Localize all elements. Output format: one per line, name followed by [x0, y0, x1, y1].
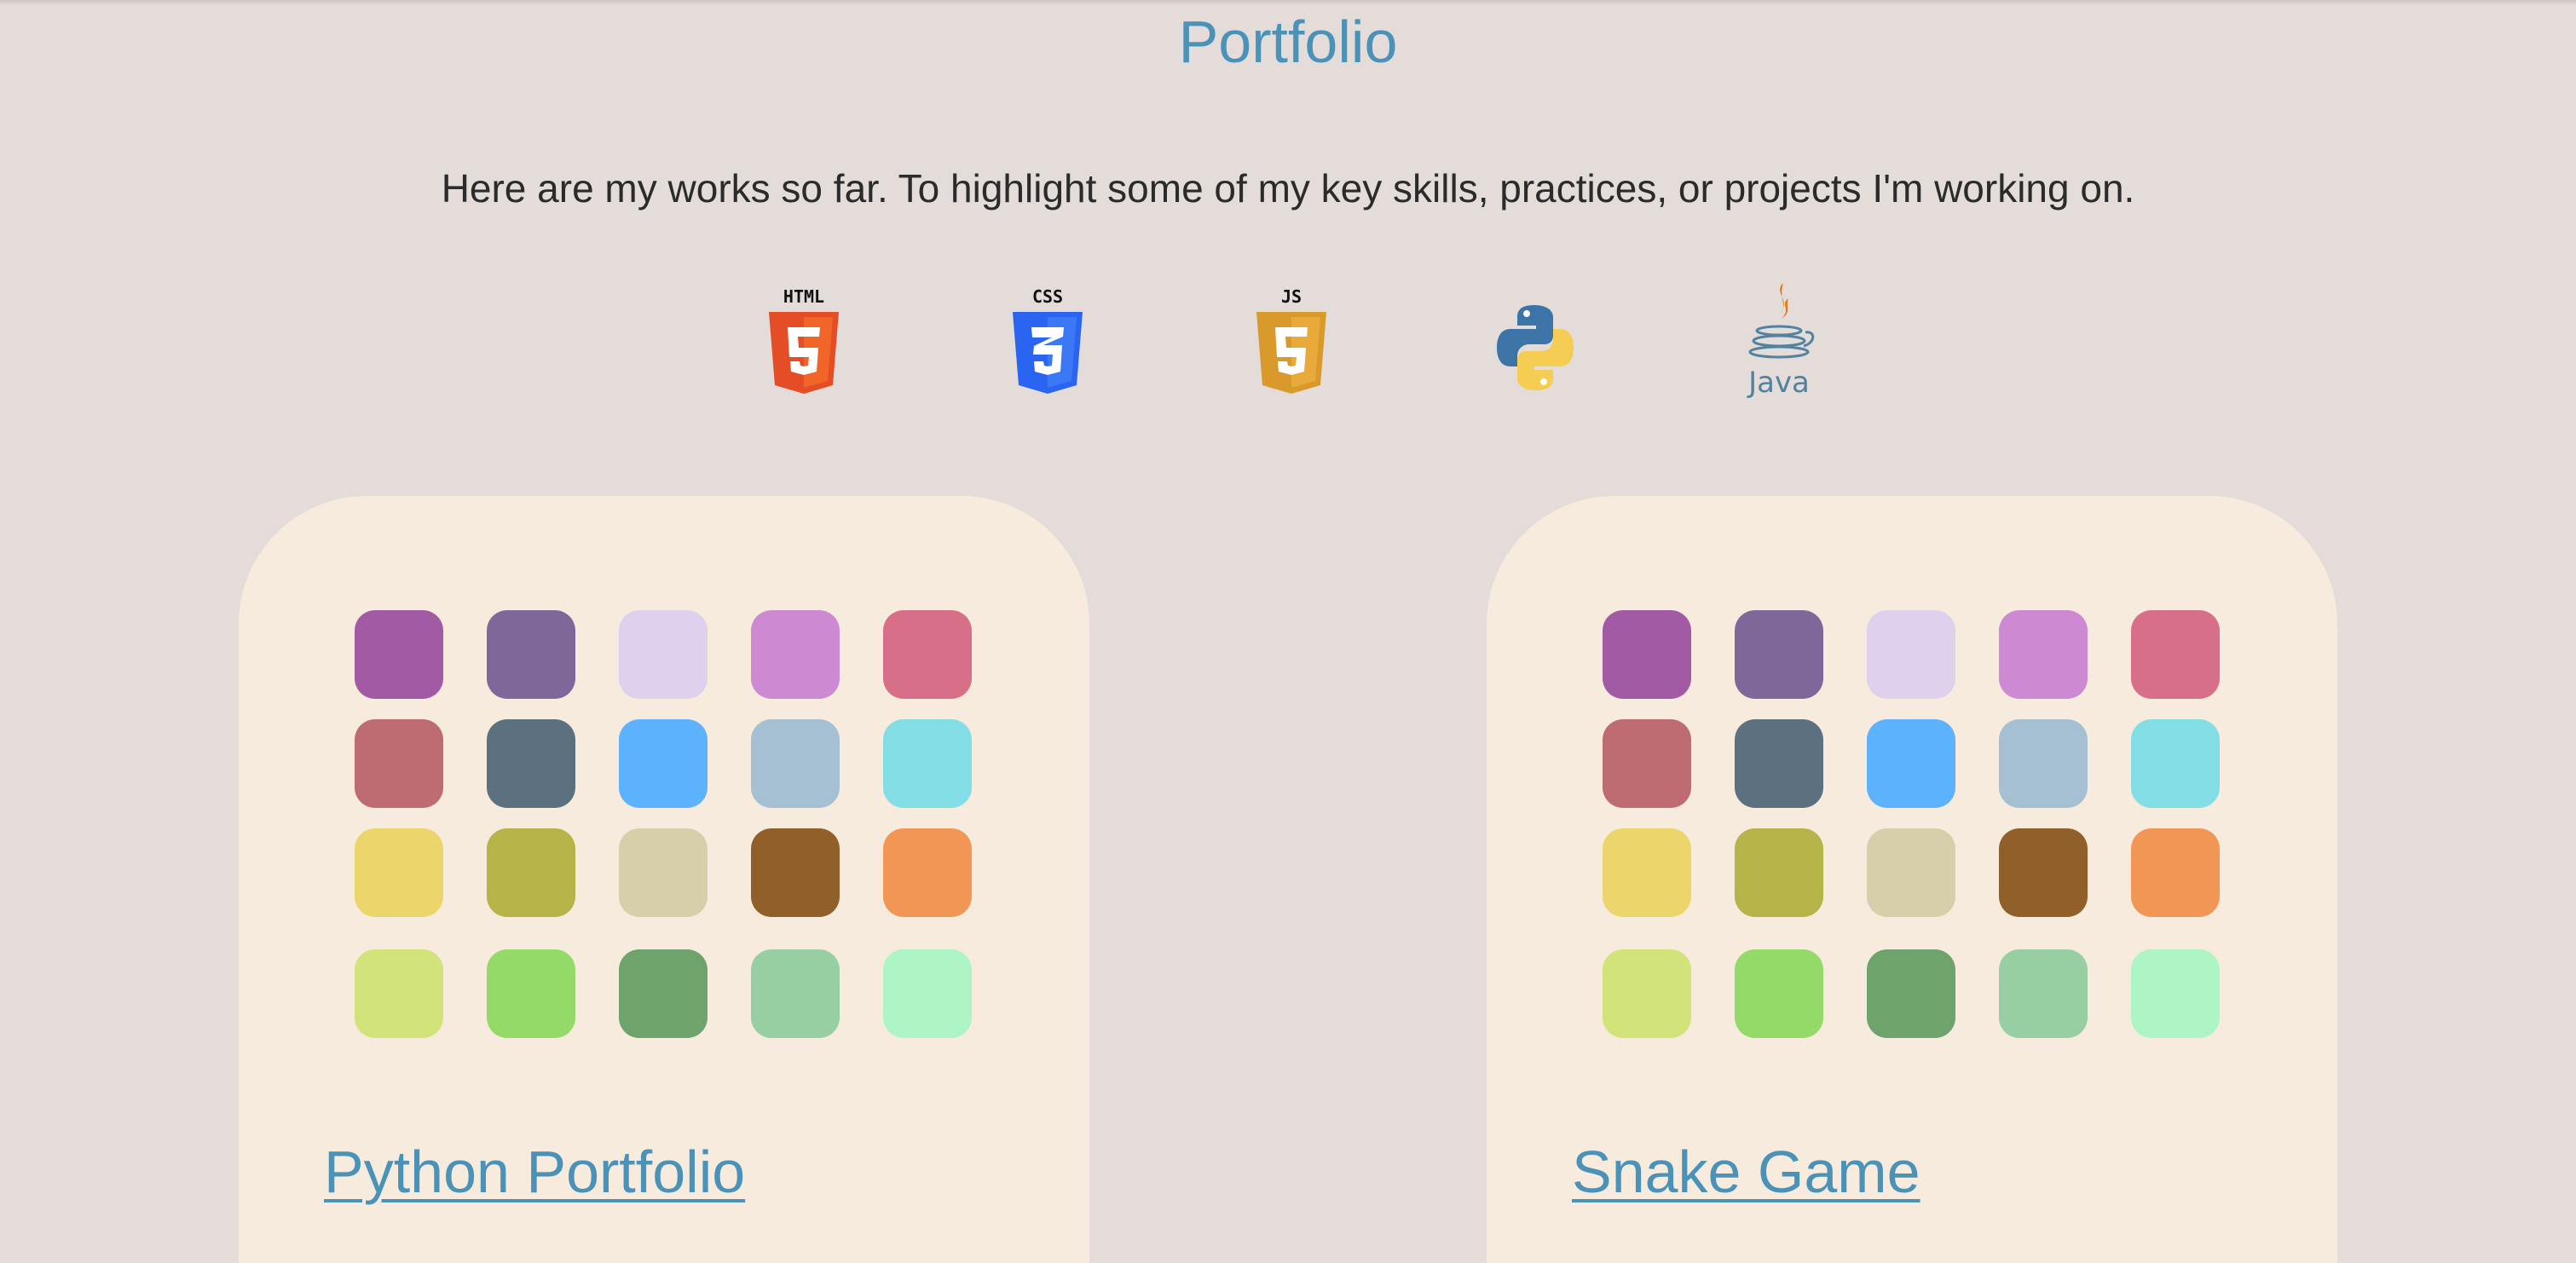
color-swatch	[751, 949, 840, 1038]
color-swatch	[2131, 610, 2220, 699]
intro-text: Here are my works so far. To highlight s…	[441, 166, 2135, 210]
color-swatch	[355, 828, 443, 917]
color-swatch	[2131, 949, 2220, 1038]
color-swatch	[1867, 828, 1955, 917]
color-swatch	[751, 610, 840, 699]
javascript-icon: JS	[1245, 281, 1338, 401]
color-swatch	[1735, 949, 1823, 1038]
color-swatch	[883, 828, 972, 917]
tech-stack: HTML CSS JS Java	[0, 281, 2576, 401]
color-swatch	[487, 949, 575, 1038]
color-swatch	[487, 610, 575, 699]
color-swatch	[619, 828, 708, 917]
color-swatch	[1867, 610, 1955, 699]
color-swatch	[1735, 719, 1823, 808]
color-swatch	[355, 719, 443, 808]
color-swatch	[355, 949, 443, 1038]
project-card-snake-game[interactable]: Snake Game	[1487, 496, 2337, 1263]
html5-label: HTML	[783, 286, 824, 307]
snake-game-link[interactable]: Snake Game	[1572, 1133, 1920, 1210]
html5-icon: HTML	[757, 281, 851, 401]
color-swatch	[1867, 949, 1955, 1038]
color-swatch	[2131, 719, 2220, 808]
color-swatch	[1603, 949, 1691, 1038]
color-swatch	[1999, 828, 2088, 917]
python-icon	[1488, 281, 1582, 401]
java-icon: Java	[1732, 281, 1826, 401]
color-swatch	[1999, 610, 2088, 699]
css3-label: CSS	[1032, 286, 1063, 307]
color-swatch	[619, 610, 708, 699]
color-swatch	[1999, 949, 2088, 1038]
css3-icon: CSS	[1001, 281, 1095, 401]
color-swatch	[1867, 719, 1955, 808]
color-swatch	[883, 610, 972, 699]
project-card-python-portfolio[interactable]: Python Portfolio	[239, 496, 1089, 1263]
color-swatch	[883, 719, 972, 808]
color-swatch	[619, 949, 708, 1038]
color-swatch	[1735, 828, 1823, 917]
color-swatch	[487, 828, 575, 917]
java-label: Java	[1747, 366, 1810, 400]
color-swatch	[883, 949, 972, 1038]
color-swatch	[619, 719, 708, 808]
color-swatch	[751, 828, 840, 917]
color-swatch	[1735, 610, 1823, 699]
color-swatch	[1603, 610, 1691, 699]
color-swatch	[355, 610, 443, 699]
page-title: Portfolio	[1178, 9, 1398, 75]
color-swatch	[1999, 719, 2088, 808]
python-portfolio-link[interactable]: Python Portfolio	[324, 1133, 745, 1210]
color-swatch	[751, 719, 840, 808]
javascript-label: JS	[1281, 286, 1302, 307]
color-swatch	[2131, 828, 2220, 917]
color-swatch	[1603, 719, 1691, 808]
color-swatch	[487, 719, 575, 808]
color-swatch	[1603, 828, 1691, 917]
